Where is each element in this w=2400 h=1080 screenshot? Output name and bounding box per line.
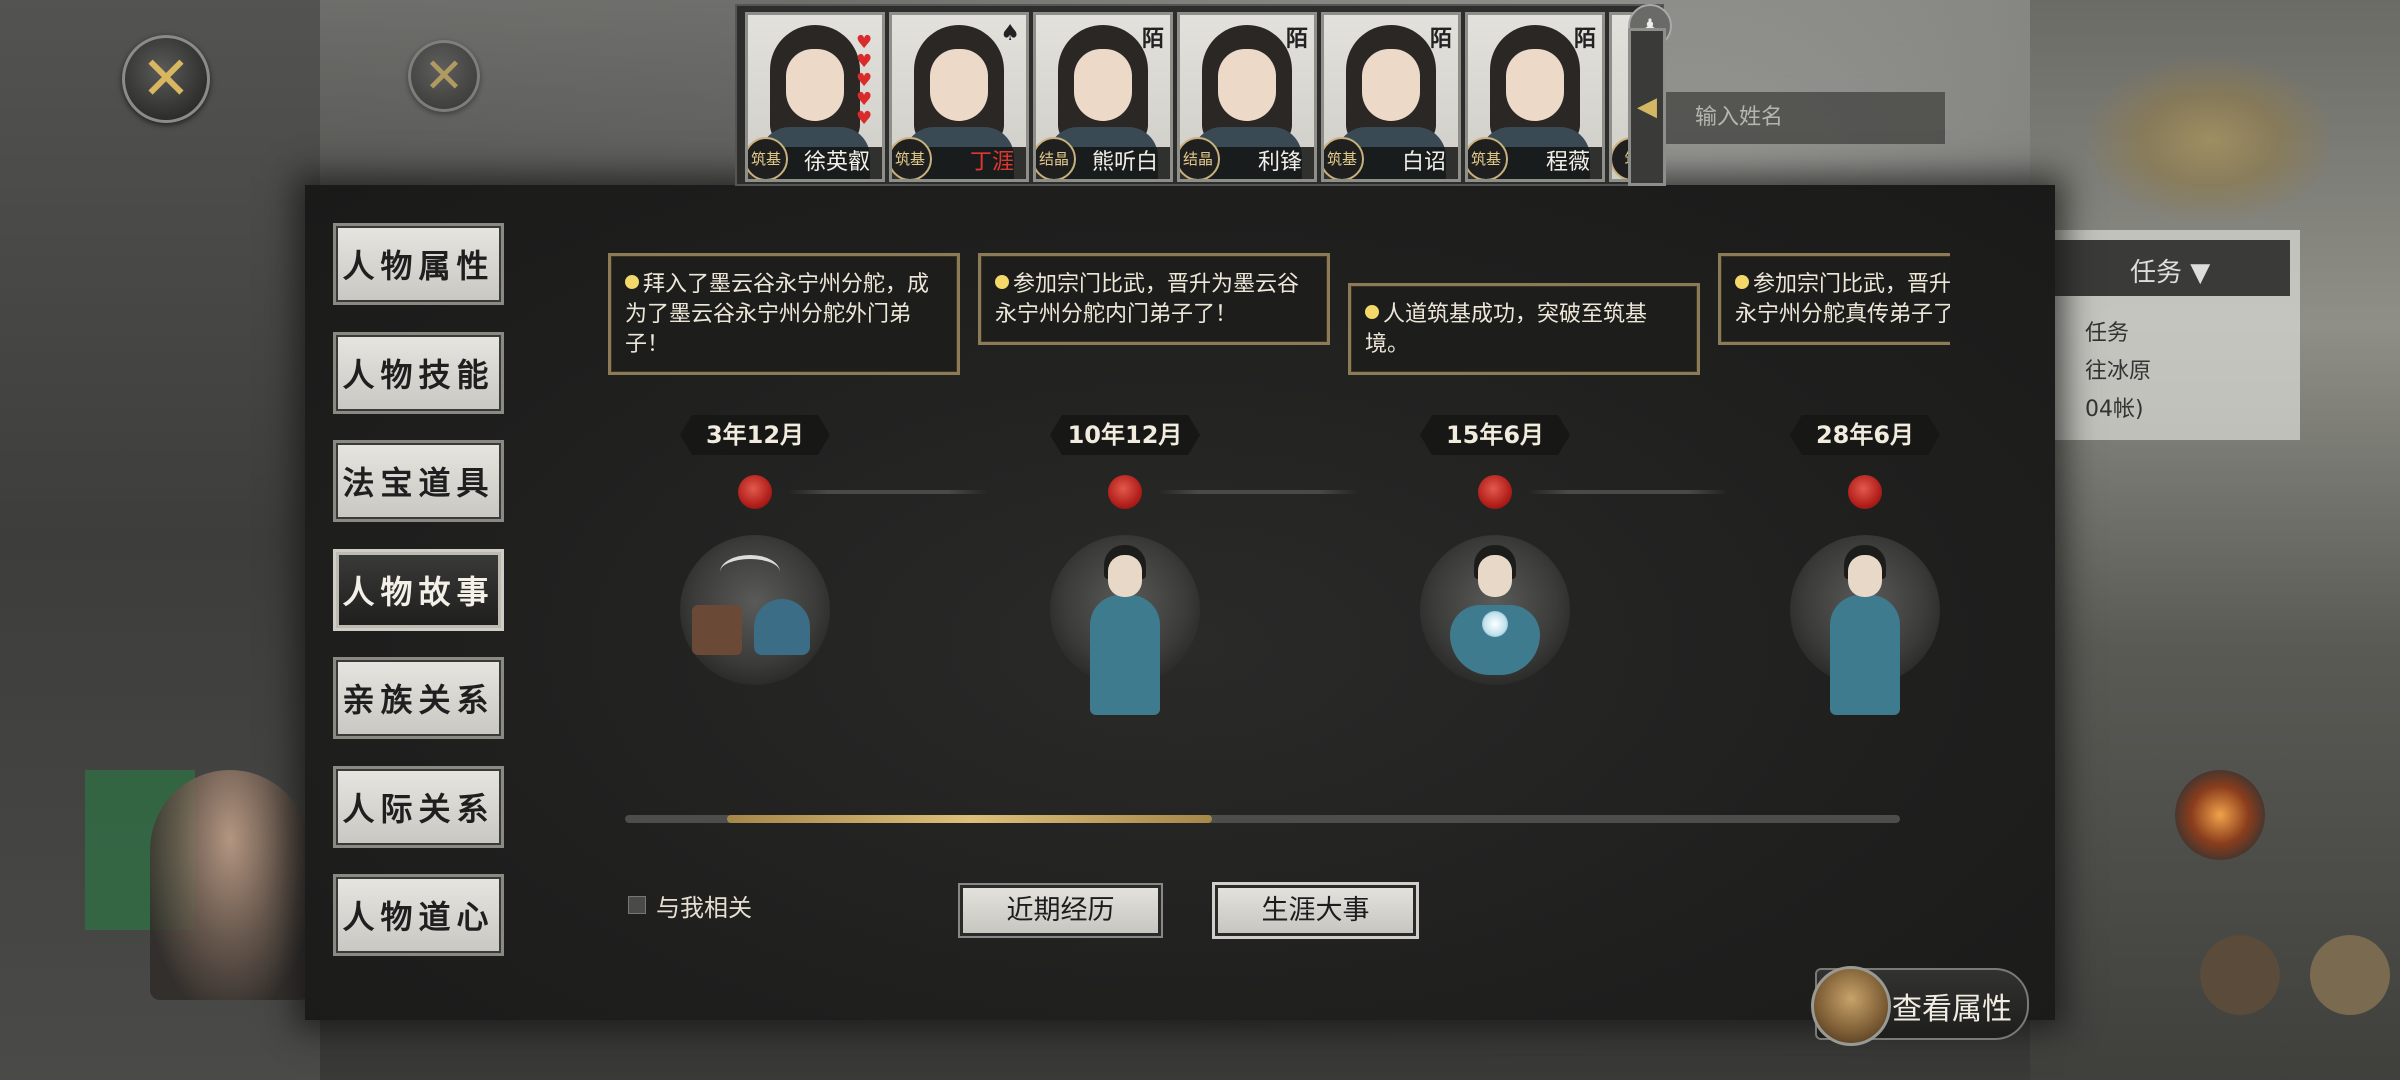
side-tab[interactable]: 人际关系 (333, 765, 504, 848)
timeline-connector (1528, 490, 1728, 494)
background-search-input: 输入姓名 (1665, 92, 1945, 144)
side-tab[interactable]: 法宝道具 (333, 440, 504, 522)
timeline-scrollbar-thumb[interactable] (727, 815, 1212, 823)
meditating-figure-icon (1811, 966, 1891, 1046)
bullet-icon (995, 275, 1009, 289)
side-tab[interactable]: 亲族关系 (333, 657, 504, 739)
background-mission-label: 任务 ▼ (2130, 258, 2211, 288)
cultivation-rank-badge: 筑基 (1468, 137, 1508, 179)
bullet-icon (1365, 305, 1379, 319)
side-tab[interactable]: 人物属性 (333, 223, 504, 305)
close-icon: ✕ (423, 48, 465, 104)
disciple-figure-icon (1090, 545, 1160, 715)
timeline-seal-icon (738, 475, 772, 509)
portrait-face (1218, 49, 1276, 121)
background-scroll-icon (2310, 935, 2390, 1015)
timeline-connector (788, 490, 988, 494)
timeline-seal-icon (1478, 475, 1512, 509)
story-event-date: 3年12月 (680, 415, 830, 455)
character-portrait[interactable]: 程薇 筑基陌 (1465, 12, 1605, 182)
cultivation-rank-badge: 筑基 (748, 137, 788, 179)
portrait-face (1074, 49, 1132, 121)
character-portrait[interactable]: 白诏 筑基陌 (1321, 12, 1461, 182)
character-portrait[interactable]: 利锋 结晶陌 (1177, 12, 1317, 182)
character-bar: 徐英叡筑基♥♥♥♥♥丁涯筑基♠熊听白结晶陌利锋结晶陌白诏筑基陌程薇筑基陌筑 (735, 4, 1664, 186)
recent-experience-button[interactable]: 近期经历 (960, 885, 1161, 936)
disciple-figure-icon (1830, 545, 1900, 715)
timeline-scrollbar[interactable] (625, 815, 1900, 823)
timeline-connector (1158, 490, 1358, 494)
close-icon: ✕ (140, 44, 192, 114)
favor-hearts-icon: ♥ ♥ ♥ ♥ ♥ (856, 32, 873, 129)
bullet-icon (1735, 275, 1749, 289)
background-fire-orb-icon (2175, 770, 2265, 860)
meditating-disciple-icon (1450, 545, 1540, 715)
story-event-text: 参加宗门比武，晋升为墨云谷永宁州分舵真传弟子了！ (1735, 272, 1950, 327)
cultivation-rank-badge: 结晶 (1036, 137, 1076, 179)
story-event-card: 参加宗门比武，晋升为墨云谷永宁州分舵真传弟子了！ (1718, 253, 1950, 345)
character-portrait[interactable]: 丁涯 筑基 ♠ (889, 12, 1029, 182)
story-event-card: 参加宗门比武，晋升为墨云谷永宁州分舵内门弟子了！ (978, 253, 1330, 345)
view-attributes-button[interactable]: 查看属性 (1811, 966, 2029, 1046)
cultivation-rank-badge: 结晶 (1180, 137, 1220, 179)
background-menu-icon (2200, 935, 2280, 1015)
timeline-seal-icon (1108, 475, 1142, 509)
side-tab[interactable]: 人物故事 (333, 548, 504, 631)
relation-tag: 陌 (1573, 27, 1596, 52)
close-button[interactable]: ✕ (122, 35, 210, 123)
bullet-icon (625, 275, 639, 289)
portrait-face (1506, 49, 1564, 121)
timeline-seal-icon (1848, 475, 1882, 509)
relation-tag: 陌 (1429, 27, 1452, 52)
background-mission-item: 往冰原 (2085, 359, 2152, 384)
cultivation-rank-badge: 筑基 (892, 137, 932, 179)
relation-tag: 陌 (1141, 27, 1164, 52)
portrait-face (786, 49, 844, 121)
story-event-date: 15年6月 (1420, 415, 1570, 455)
collapse-bar-button[interactable]: ◀ (1628, 28, 1666, 186)
background-mission-item: 04帐) (2085, 397, 2144, 422)
career-events-button[interactable]: 生涯大事 (1215, 885, 1416, 936)
story-event-text: 人道筑基成功，突破至筑基境。 (1365, 302, 1648, 357)
story-event-text: 参加宗门比武，晋升为墨云谷永宁州分舵内门弟子了！ (995, 272, 1300, 327)
portrait-face (1362, 49, 1420, 121)
story-timeline: 拜入了墨云谷永宁州分舵，成为了墨云谷永宁州分舵外门弟子！ 3年12月 参加宗门比武，… (600, 245, 1950, 725)
story-event-date: 28年6月 (1790, 415, 1940, 455)
portrait-face (930, 49, 988, 121)
background-mission-item: 任务 (2085, 321, 2130, 346)
view-attributes-label: 查看属性 (1892, 992, 2012, 1027)
background-map (2030, 0, 2400, 1080)
background-mission-list: 任务 往冰原 04帐) (2085, 315, 2151, 429)
relation-tag: ♠ (1000, 21, 1020, 46)
related-to-me-checkbox[interactable] (628, 896, 646, 914)
story-event-illustration (1050, 535, 1200, 715)
related-to-me-label[interactable]: 与我相关 (656, 888, 752, 923)
story-event-illustration (680, 535, 830, 685)
story-event-card: 人道筑基成功，突破至筑基境。 (1348, 283, 1700, 375)
story-event-card: 拜入了墨云谷永宁州分舵，成为了墨云谷永宁州分舵外门弟子！ (608, 253, 960, 375)
secondary-close-button[interactable]: ✕ (408, 40, 480, 112)
story-event-text: 拜入了墨云谷永宁州分舵，成为了墨云谷永宁州分舵外门弟子！ (625, 272, 930, 357)
relation-tag: 陌 (1285, 27, 1308, 52)
character-portrait[interactable]: 熊听白 结晶陌 (1033, 12, 1173, 182)
story-event-date: 10年12月 (1050, 415, 1200, 455)
side-tab[interactable]: 人物技能 (333, 331, 504, 414)
character-portrait[interactable]: 徐英叡 筑基 ♥ ♥ ♥ ♥ ♥ (745, 12, 885, 182)
story-event-illustration (1790, 535, 1940, 715)
side-tab[interactable]: 人物道心 (333, 874, 504, 956)
cultivation-rank-badge: 筑基 (1324, 137, 1364, 179)
chevron-left-icon: ◀ (1637, 92, 1657, 122)
story-event-illustration (1420, 535, 1570, 685)
